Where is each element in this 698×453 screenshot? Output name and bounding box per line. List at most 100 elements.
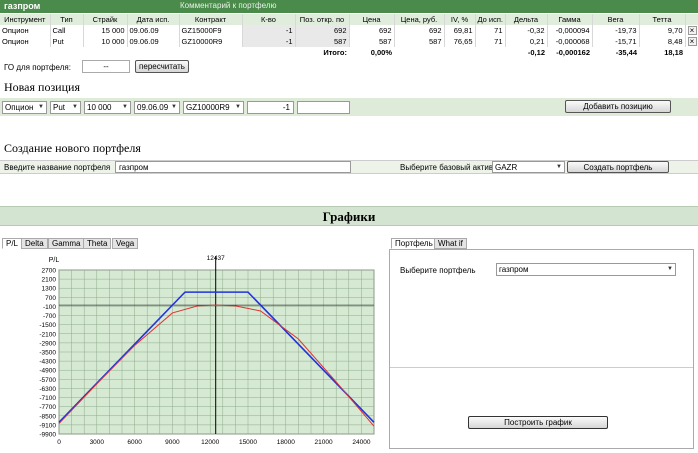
column-header: Вега [592,14,640,25]
pl-chart: 2700 2100 1300 700 -100 -700 -1500 -2100 -2900 -3… [39,255,375,446]
x-tick-label: 12000 [201,439,219,446]
table-cell: 09.06.09 [127,25,180,36]
tab-gamma[interactable]: Gamma [48,238,85,249]
table-cell: GZ15000F9 [179,25,243,36]
y-tick-label: -9900 [39,432,56,439]
table-row[interactable]: Опцион Put 10 000 09.06.09 GZ10000R9 -1 587 587… [0,36,698,47]
table-cell: 587 [349,36,395,47]
table-cell: 15 000 [83,25,128,36]
create-portfolio-button[interactable]: Создать портфель [567,161,669,173]
table-row[interactable]: Опцион Call 15 000 09.06.09 GZ15000F9 -1 692 69… [0,25,698,36]
x-tick-label: 0 [57,439,61,446]
y-tick-label: -5700 [39,377,56,384]
table-cell: 71 [475,36,506,47]
y-tick-label: -100 [43,304,56,311]
y-tick-label: -2100 [39,331,56,338]
chevron-down-icon: ▼ [556,164,562,170]
create-portfolio-bar: Введите название портфеля газпром Выбери… [0,160,698,174]
tab-what-if[interactable]: What if [434,238,467,249]
y-tick-label: -700 [43,313,56,320]
y-tick-label: -9100 [39,422,56,429]
table-cell: Опцион [0,25,51,36]
table-cell: -0,000068 [547,36,593,47]
column-header: Дата исп. [127,14,180,25]
y-tick-label: 2100 [42,277,57,284]
select-portfolio-label: Выберите портфель [400,266,476,275]
portfolio-name-label: Введите название портфеля [4,163,111,172]
table-cell: 10 000 [83,36,128,47]
quantity-input[interactable]: -1 [247,101,294,114]
table-cell: -19,73 [592,25,640,36]
y-tick-label: -7100 [39,395,56,402]
base-asset-select[interactable]: GAZR ▼ [492,161,565,173]
table-cell: GZ10000R9 [179,36,243,47]
table-cell: 587 [295,36,350,47]
y-axis-label: P/L [49,257,60,264]
column-header: Цена, руб. [394,14,445,25]
build-chart-button[interactable]: Построить график [468,416,608,429]
strike-select[interactable]: 10 000 ▼ [84,101,131,114]
chevron-down-icon: ▼ [235,104,241,110]
recalculate-button[interactable]: пересчитать [135,60,189,73]
new-position-bar: Опцион ▼ Put ▼ 10 000 ▼ 09.06.09 ▼ GZ10000R9… [0,98,698,116]
table-cell: 09.06.09 [127,36,180,47]
chevron-down-icon: ▼ [667,266,673,272]
portfolio-table: Инструмент Тип Страйк Дата исп. Контракт К-во… [0,14,698,58]
x-tick-label: 6000 [127,439,142,446]
graphs-title: Графики [0,206,698,226]
y-tick-label: -1500 [39,322,56,329]
new-position-title: Новая позиция [4,80,80,94]
portfolio-comment[interactable]: Комментарий к портфелю [180,1,276,10]
table-cell: 692 [295,25,350,36]
create-portfolio-title: Создание нового портфеля [4,141,141,155]
y-tick-label: 2700 [42,268,57,275]
price-input[interactable] [297,101,350,114]
totals-delta: -0,12 [527,47,545,57]
totals-price: 0,00% [370,47,392,57]
type-select[interactable]: Put ▼ [50,101,81,114]
y-tick-label: -4300 [39,359,56,366]
y-tick-label: 1300 [42,286,57,293]
add-position-button[interactable]: Добавить позицию [565,100,671,113]
x-tick-label: 15000 [239,439,257,446]
table-cell: 9,70 [639,25,686,36]
tab-theta[interactable]: Theta [83,238,112,249]
totals-gamma: -0,000162 [556,47,590,57]
tab-pl[interactable]: P/L [2,238,23,249]
table-cell: -0,32 [505,25,548,36]
delete-row-icon[interactable]: × [687,25,697,35]
table-cell: 71 [475,25,506,36]
instrument-select[interactable]: Опцион ▼ [2,101,47,114]
table-cell: 587 [394,36,445,47]
x-tick-label: 3000 [90,439,105,446]
portfolio-header: газпром Комментарий к портфелю [0,0,698,13]
y-tick-label: -3500 [39,350,56,357]
column-header: Дельта [505,14,548,25]
delete-row-icon[interactable]: × [687,36,697,46]
panel-divider [390,367,693,368]
chevron-down-icon: ▼ [38,104,44,110]
table-cell: -15,71 [592,36,640,47]
portfolio-select[interactable]: газпром ▼ [496,263,676,276]
table-cell: -0,000094 [547,25,593,36]
portfolio-name-input[interactable]: газпром [115,161,351,173]
chevron-down-icon: ▼ [72,104,78,110]
totals-label: Итого: [323,47,347,57]
tab-portfolio[interactable]: Портфель [391,238,437,249]
table-cell: -1 [242,36,296,47]
y-tick-label: -7700 [39,404,56,411]
table-header-row: Инструмент Тип Страйк Дата исп. Контракт К-во… [0,14,698,25]
chart-settings-panel: Выберите портфель газпром ▼ Построить гра… [389,249,694,449]
table-cell: 8,48 [639,36,686,47]
tab-vega[interactable]: Vega [112,238,139,249]
column-header: Страйк [83,14,128,25]
totals-theta: 18,18 [664,47,683,57]
column-header: Поз. откр. по [295,14,350,25]
date-select[interactable]: 09.06.09 ▼ [134,101,180,114]
contract-select[interactable]: GZ10000R9 ▼ [183,101,244,114]
column-header: Контракт [179,14,243,25]
column-header: К-во [242,14,296,25]
column-header: Тетта [639,14,686,25]
tab-delta[interactable]: Delta [21,238,48,249]
x-tick-label: 18000 [277,439,295,446]
